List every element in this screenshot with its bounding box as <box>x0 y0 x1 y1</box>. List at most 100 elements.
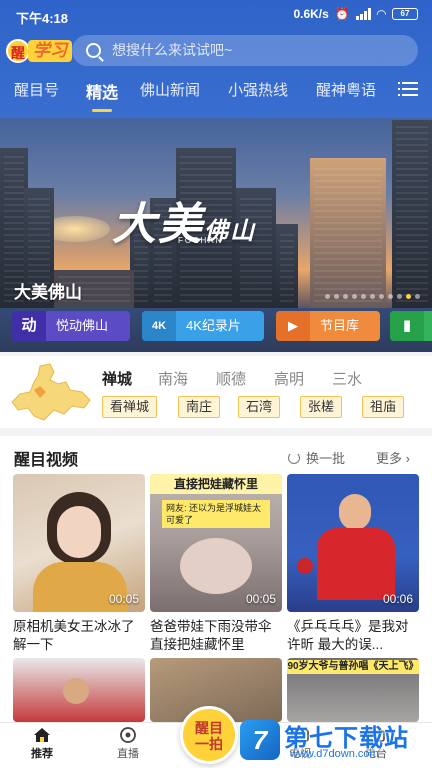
refresh-button[interactable]: 换一批 <box>288 448 345 467</box>
carousel-dot[interactable] <box>352 294 357 299</box>
quick-shoot-button[interactable]: 醒目 一拍 <box>180 706 238 764</box>
signal-icon <box>355 8 371 20</box>
channel-menu-icon[interactable] <box>398 82 418 96</box>
tab-featured[interactable]: 精选 <box>86 79 118 112</box>
district-chip[interactable]: 张槎 <box>300 396 343 418</box>
district-chip[interactable]: 石湾 <box>238 396 281 418</box>
search-icon <box>86 43 101 58</box>
tab-foshan-news[interactable]: 佛山新闻 <box>140 79 200 100</box>
district-tab-nanhai[interactable]: 南海 <box>158 368 188 389</box>
tab-xiaoqiang-hotline[interactable]: 小强热线 <box>228 79 288 100</box>
nav-recommend[interactable]: 推荐 <box>12 727 72 761</box>
book-icon: ▮ <box>390 311 424 341</box>
video-thumbnail: 00:06 <box>287 474 419 612</box>
live-icon <box>120 727 136 743</box>
4k-icon: 4K <box>142 311 176 341</box>
video-card[interactable]: 直接把娃藏怀里 网友: 还以为是浮城娃太可爱了 00:05 爸爸带娃下雨没带伞 … <box>150 474 282 654</box>
carousel-dots <box>325 294 420 299</box>
network-speed: 0.6K/s <box>293 7 329 21</box>
wifi-icon: ◠ <box>376 7 386 21</box>
building <box>392 120 432 308</box>
video-thumbnail: 00:05 <box>13 474 145 612</box>
district-tab-chancheng[interactable]: 禅城 <box>102 368 133 389</box>
search-input[interactable]: 想搜什么来试试吧~ <box>72 35 418 66</box>
carousel-dot[interactable] <box>334 294 339 299</box>
quick-link-4k[interactable]: 4K 4K纪录片 <box>142 311 264 341</box>
video-duration: 00:05 <box>245 592 276 606</box>
video-card[interactable]: 00:06 《乒乓乓乓》是我对许昕 最大的误... <box>287 474 419 654</box>
video-title: 原相机美女王冰冰了解一下 <box>13 619 135 652</box>
video-title: 《乒乓乓乓》是我对许昕 最大的误... <box>287 619 409 652</box>
district-chip[interactable]: 南庄 <box>178 396 221 418</box>
tab-cantonese[interactable]: 醒神粤语 <box>316 79 376 100</box>
carousel-dot[interactable] <box>379 294 384 299</box>
status-indicators: 0.6K/s ⏰ ◠ 67 <box>293 7 418 21</box>
more-link[interactable]: 更多 › <box>376 448 410 467</box>
quick-links: 动 悦动佛山 4K 4K纪录片 ▶ 节目库 ▮ <box>0 311 432 341</box>
thumbnail-body <box>317 528 395 600</box>
yuedong-icon: 动 <box>12 311 46 341</box>
video-thumbnail[interactable] <box>13 658 145 722</box>
video-section: 醒目视频 换一批 更多 › 00:05 原相机美女王冰冰了解一下 直接把娃藏怀里… <box>0 436 432 726</box>
nav-live[interactable]: 直播 <box>98 727 158 761</box>
carousel-dot[interactable] <box>388 294 393 299</box>
carousel-dot[interactable] <box>361 294 366 299</box>
site-watermark: 7 第七下载站 www.d7down.com <box>240 716 432 768</box>
logo-text: 学习 <box>28 40 72 62</box>
thumbnail-overlay-sub: 网友: 还以为是浮城娃太可爱了 <box>162 500 270 528</box>
carousel-dot[interactable] <box>325 294 330 299</box>
nav-label: 推荐 <box>31 748 53 760</box>
refresh-icon <box>288 452 300 464</box>
video-title: 爸爸带娃下雨没带伞 直接把娃藏怀里 <box>150 619 272 652</box>
district-chip[interactable]: 祖庙 <box>362 396 405 418</box>
video-section-title: 醒目视频 <box>14 452 79 469</box>
banner-subtitle: FOSHAN <box>178 236 224 245</box>
app-logo[interactable]: 醒 学习 <box>6 38 76 64</box>
banner-caption: 大美佛山 <box>14 283 82 302</box>
district-chip[interactable]: 看禅城 <box>102 396 158 418</box>
watermark-logo: 7 <box>240 720 280 760</box>
home-icon <box>34 728 50 742</box>
thumbnail-face <box>63 678 89 704</box>
search-placeholder: 想搜什么来试试吧~ <box>112 42 233 58</box>
alarm-icon: ⏰ <box>334 7 350 21</box>
quick-link-label: 节目库 <box>320 318 360 333</box>
paddle-icon <box>297 558 313 574</box>
video-thumbnail: 直接把娃藏怀里 网友: 还以为是浮城娃太可爱了 00:05 <box>150 474 282 612</box>
carousel-dot[interactable] <box>397 294 402 299</box>
carousel-dot[interactable] <box>370 294 375 299</box>
status-bar: 下午4:18 0.6K/s ⏰ ◠ 67 <box>0 0 432 30</box>
quick-link-book[interactable]: ▮ <box>390 311 432 341</box>
video-duration: 00:06 <box>382 592 413 606</box>
thumbnail-face <box>339 494 371 530</box>
district-tab-gaoming[interactable]: 高明 <box>274 368 304 389</box>
carousel-dot[interactable] <box>415 294 420 299</box>
quick-shoot-label-1: 醒目 <box>195 720 223 736</box>
video-card[interactable]: 00:05 原相机美女王冰冰了解一下 <box>13 474 145 654</box>
quick-link-label: 悦动佛山 <box>56 318 109 333</box>
nav-label: 直播 <box>117 748 139 760</box>
thumbnail-face <box>57 506 101 558</box>
watermark-url: www.d7down.com <box>290 748 379 760</box>
carousel-dot[interactable] <box>343 294 348 299</box>
quick-link-label: 4K纪录片 <box>186 318 241 333</box>
tab-xingmuhao[interactable]: 醒目号 <box>14 79 59 100</box>
battery-icon: 67 <box>392 8 418 20</box>
carousel-dot[interactable] <box>406 294 411 299</box>
district-card: 禅城 南海 顺德 高明 三水 看禅城 南庄 石湾 张槎 祖庙 <box>0 356 432 428</box>
district-tab-shunde[interactable]: 顺德 <box>216 368 246 389</box>
channel-tabs: 醒目号 精选 佛山新闻 小强热线 醒神粤语 <box>0 74 432 112</box>
thumbnail-overlay-text: 90岁大爷与普孙唱《天上飞》 <box>287 660 419 674</box>
foshan-map-icon <box>11 363 91 421</box>
hero-banner[interactable]: 大美佛山 FOSHAN 大美佛山 <box>0 118 432 308</box>
logo-badge: 醒 <box>6 39 30 63</box>
status-time: 下午4:18 <box>16 11 69 26</box>
thumbnail-figure <box>180 538 252 594</box>
quick-link-yuedong[interactable]: 动 悦动佛山 <box>12 311 130 341</box>
play-icon: ▶ <box>276 311 310 341</box>
thumbnail-overlay-text: 直接把娃藏怀里 <box>150 474 282 494</box>
quick-link-programs[interactable]: ▶ 节目库 <box>276 311 380 341</box>
district-tab-sanshui[interactable]: 三水 <box>332 368 362 389</box>
video-thumbnail[interactable]: 90岁大爷与普孙唱《天上飞》 <box>287 658 419 722</box>
building <box>310 158 386 308</box>
